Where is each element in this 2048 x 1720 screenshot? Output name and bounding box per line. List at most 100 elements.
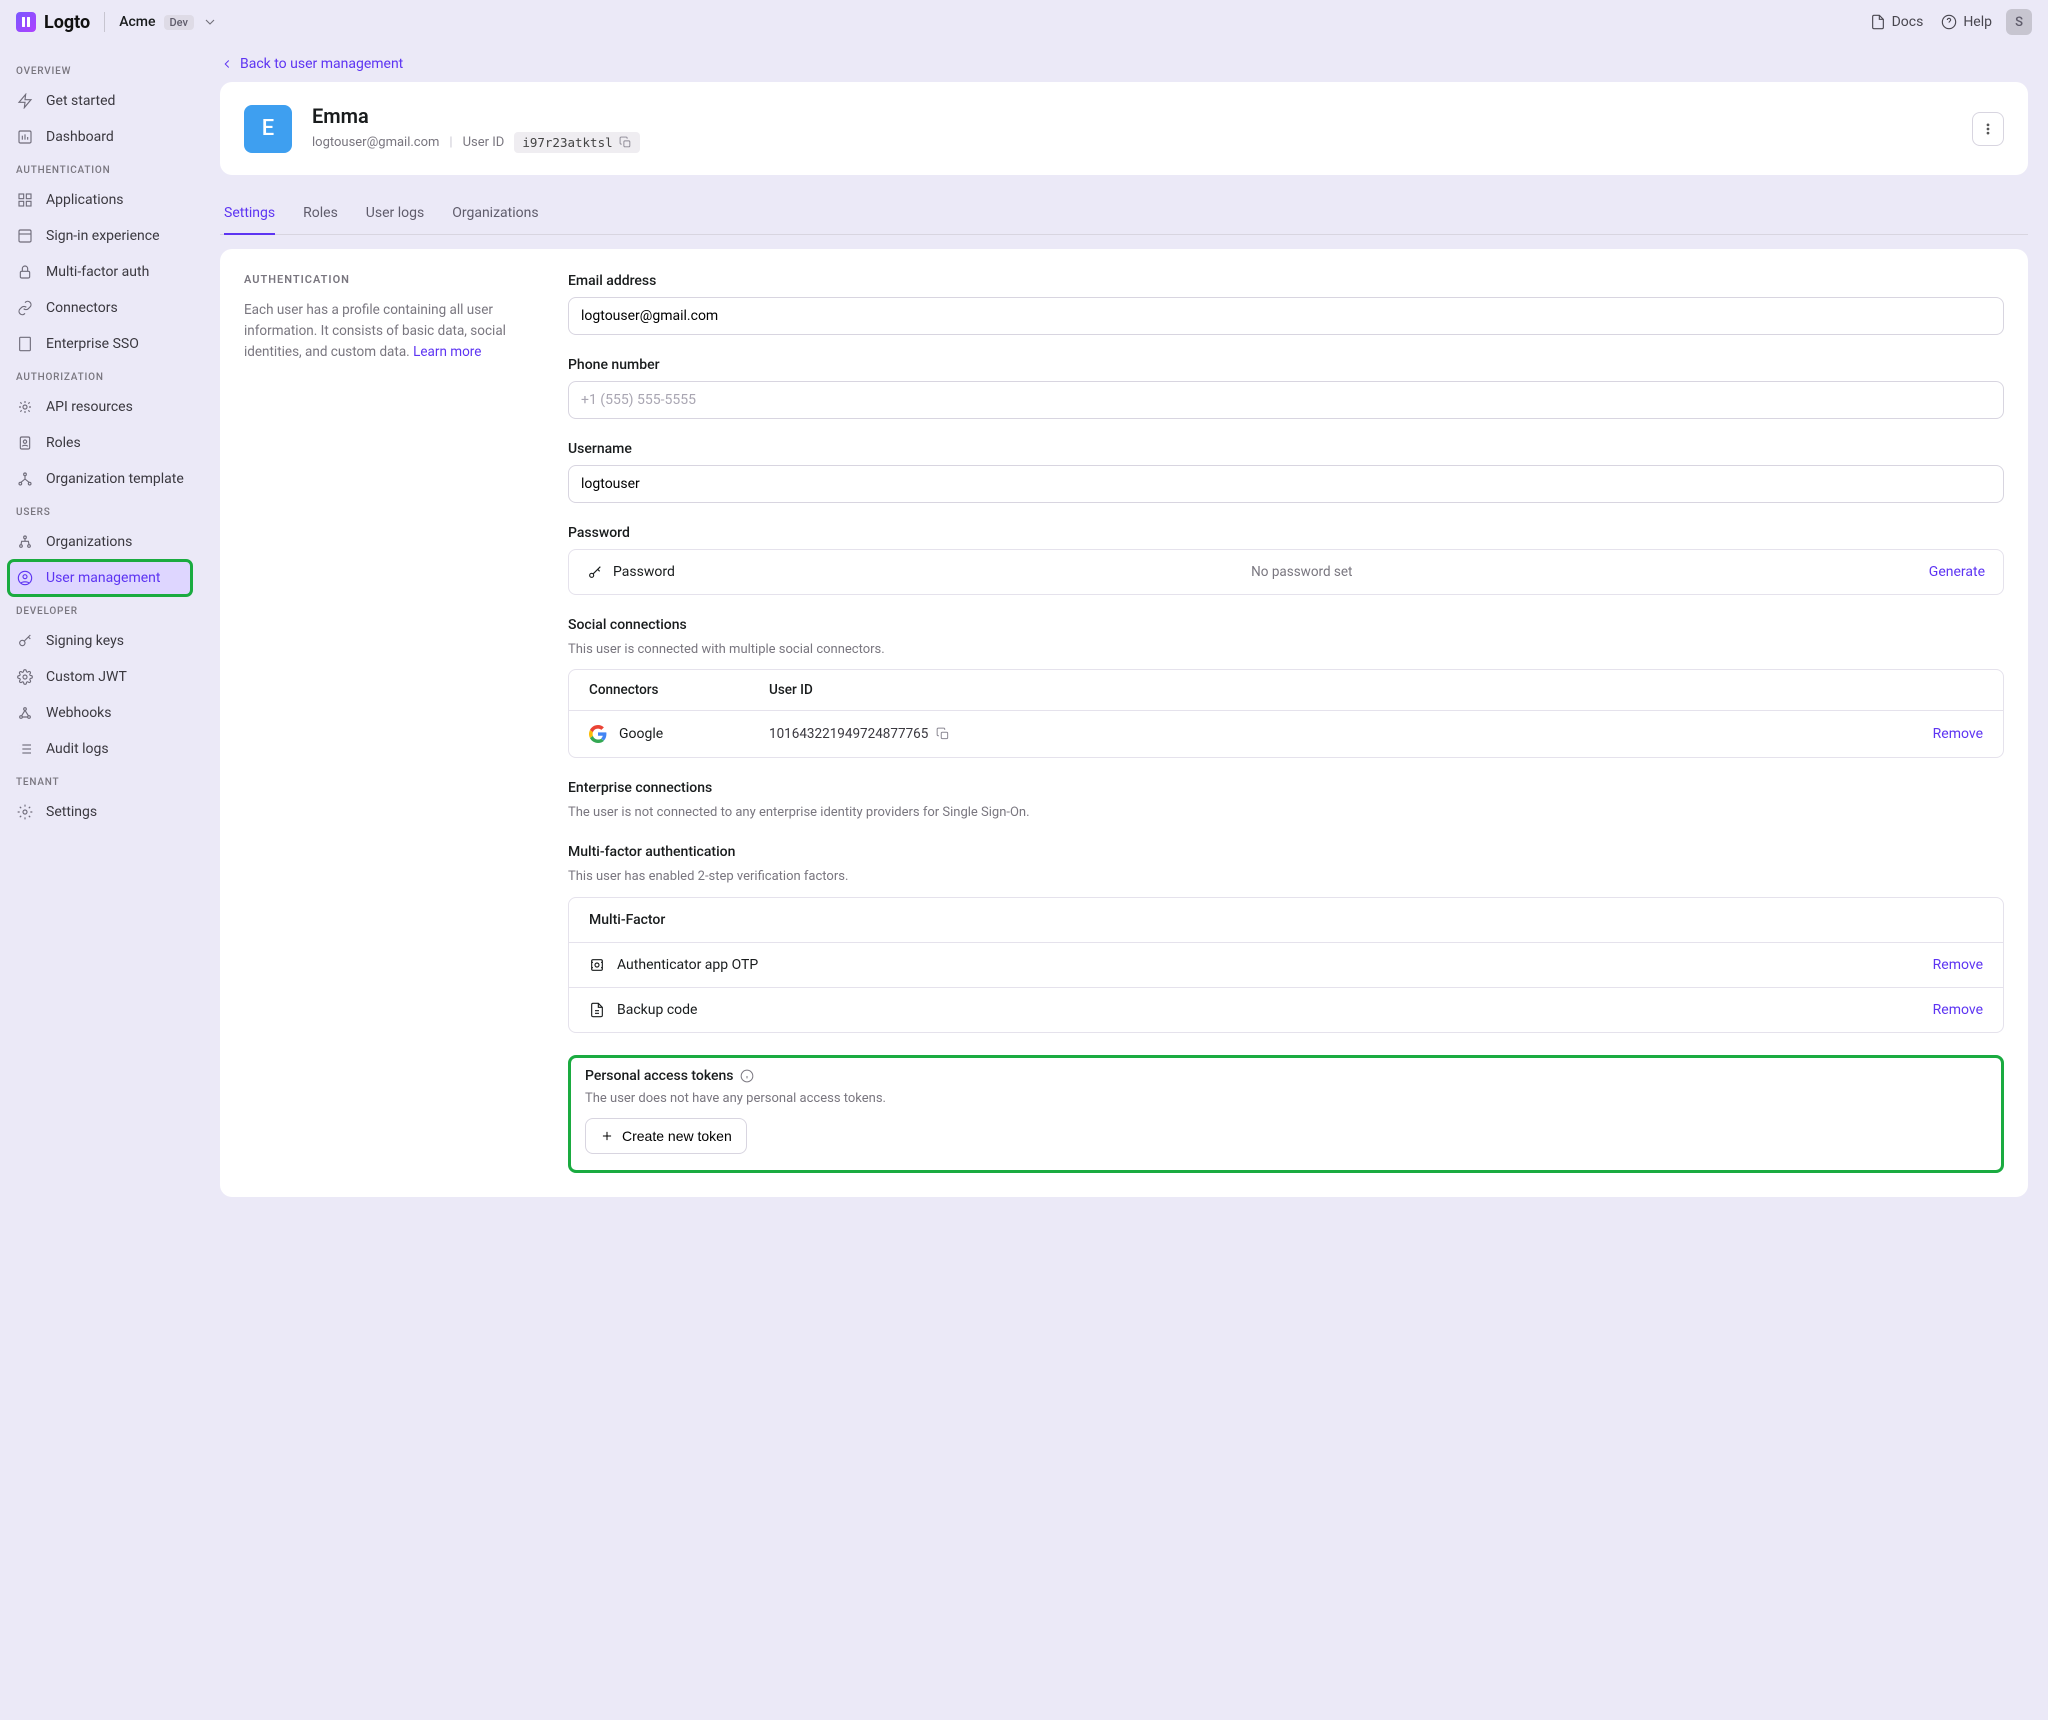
key-icon bbox=[17, 633, 33, 649]
nav-label: Webhooks bbox=[46, 705, 112, 721]
mfa-item-label: Backup code bbox=[617, 1002, 697, 1018]
tabs: Settings Roles User logs Organizations bbox=[220, 193, 2028, 235]
layout-icon bbox=[17, 228, 33, 244]
nav-dashboard[interactable]: Dashboard bbox=[8, 119, 192, 155]
username-label: Username bbox=[568, 441, 2004, 457]
tenant-badge: Dev bbox=[164, 15, 194, 30]
copy-icon[interactable] bbox=[619, 136, 632, 149]
connector-name: Google bbox=[619, 726, 663, 742]
user-display-name: Emma bbox=[312, 104, 1952, 128]
username-input[interactable] bbox=[568, 465, 2004, 503]
docs-label: Docs bbox=[1892, 14, 1924, 30]
section-authn: AUTHENTICATION bbox=[8, 155, 192, 182]
nav-signing-keys[interactable]: Signing keys bbox=[8, 623, 192, 659]
nav-label: Organizations bbox=[46, 534, 132, 550]
sidebar: OVERVIEW Get started Dashboard AUTHENTIC… bbox=[0, 44, 200, 1720]
nav-applications[interactable]: Applications bbox=[8, 182, 192, 218]
logo-icon bbox=[16, 12, 36, 32]
nav-label: Multi-factor auth bbox=[46, 264, 149, 280]
phone-label: Phone number bbox=[568, 357, 2004, 373]
email-label: Email address bbox=[568, 273, 2004, 289]
social-table: Connectors User ID Google 10164 bbox=[568, 669, 2004, 758]
tab-user-logs[interactable]: User logs bbox=[366, 193, 424, 234]
generate-password-link[interactable]: Generate bbox=[1929, 564, 1985, 580]
brand-name: Logto bbox=[44, 12, 90, 33]
copy-icon[interactable] bbox=[936, 727, 950, 741]
phone-input[interactable] bbox=[568, 381, 2004, 419]
mfa-header: Multi-Factor bbox=[569, 898, 2003, 943]
kebab-icon bbox=[1981, 121, 1995, 137]
topbar: Logto Acme Dev Docs Help S bbox=[0, 0, 2048, 44]
nav-enterprise-sso[interactable]: Enterprise SSO bbox=[8, 326, 192, 362]
remove-backup-link[interactable]: Remove bbox=[1933, 1002, 1983, 1018]
pat-label: Personal access tokens bbox=[585, 1068, 734, 1084]
enterprise-desc: The user is not connected to any enterpr… bbox=[568, 804, 2004, 822]
form: Email address Phone number Username Pass… bbox=[568, 273, 2004, 1173]
user-avatar-large: E bbox=[244, 105, 292, 153]
create-token-label: Create new token bbox=[622, 1128, 732, 1144]
section-tenant: TENANT bbox=[8, 767, 192, 794]
info-icon[interactable] bbox=[740, 1069, 754, 1083]
help-link[interactable]: Help bbox=[1941, 14, 1992, 30]
nav-label: Signing keys bbox=[46, 633, 124, 649]
chart-icon bbox=[17, 129, 33, 145]
learn-more-link[interactable]: Learn more bbox=[413, 344, 481, 360]
logo[interactable]: Logto bbox=[16, 12, 90, 33]
tenant-selector[interactable]: Acme Dev bbox=[119, 14, 218, 30]
tenant-name: Acme bbox=[119, 14, 155, 30]
nav-user-management[interactable]: User management bbox=[8, 560, 192, 596]
plus-icon bbox=[600, 1129, 614, 1143]
back-link[interactable]: Back to user management bbox=[220, 56, 403, 72]
user-icon bbox=[17, 435, 33, 451]
mfa-row-otp: Authenticator app OTP Remove bbox=[569, 943, 2003, 988]
nav-label: Audit logs bbox=[46, 741, 109, 757]
pat-desc: The user does not have any personal acce… bbox=[585, 1090, 1987, 1108]
sitemap-icon bbox=[17, 471, 33, 487]
link-icon bbox=[17, 300, 33, 316]
create-token-button[interactable]: Create new token bbox=[585, 1118, 747, 1154]
nav-label: Applications bbox=[46, 192, 124, 208]
chevron-down-icon bbox=[202, 14, 218, 30]
tab-settings[interactable]: Settings bbox=[224, 193, 275, 235]
remove-otp-link[interactable]: Remove bbox=[1933, 957, 1983, 973]
docs-link[interactable]: Docs bbox=[1870, 14, 1924, 30]
password-status: No password set bbox=[689, 564, 1915, 580]
user-avatar[interactable]: S bbox=[2006, 9, 2032, 35]
social-label: Social connections bbox=[568, 617, 2004, 633]
user-id-value: i97r23atktsl bbox=[522, 135, 612, 150]
org-icon bbox=[17, 534, 33, 550]
nav-settings[interactable]: Settings bbox=[8, 794, 192, 830]
email-input[interactable] bbox=[568, 297, 2004, 335]
more-actions-button[interactable] bbox=[1972, 112, 2004, 146]
tab-roles[interactable]: Roles bbox=[303, 193, 338, 234]
nav-audit-logs[interactable]: Audit logs bbox=[8, 731, 192, 767]
backup-code-icon bbox=[589, 1002, 605, 1018]
nav-label: Enterprise SSO bbox=[46, 336, 139, 352]
lock-icon bbox=[17, 264, 33, 280]
mfa-table: Multi-Factor Authenticator app OTP Remov… bbox=[568, 897, 2004, 1033]
nav-org-template[interactable]: Organization template bbox=[8, 461, 192, 497]
remove-connector-link[interactable]: Remove bbox=[1933, 726, 1983, 742]
nav-custom-jwt[interactable]: Custom JWT bbox=[8, 659, 192, 695]
user-header-card: E Emma logtouser@gmail.com | User ID i97… bbox=[220, 82, 2028, 175]
connector-uid: 101643221949724877765 bbox=[769, 726, 928, 742]
mfa-row-backup: Backup code Remove bbox=[569, 988, 2003, 1032]
nav-webhooks[interactable]: Webhooks bbox=[8, 695, 192, 731]
nav-mfa[interactable]: Multi-factor auth bbox=[8, 254, 192, 290]
nav-label: Roles bbox=[46, 435, 81, 451]
nav-get-started[interactable]: Get started bbox=[8, 83, 192, 119]
password-row: Password No password set Generate bbox=[568, 549, 2004, 595]
google-icon bbox=[589, 725, 607, 743]
document-icon bbox=[1870, 14, 1886, 30]
nav-api-resources[interactable]: API resources bbox=[8, 389, 192, 425]
nav-label: User management bbox=[46, 570, 160, 586]
section-dev: DEVELOPER bbox=[8, 596, 192, 623]
flag-icon bbox=[17, 93, 33, 109]
nav-connectors[interactable]: Connectors bbox=[8, 290, 192, 326]
nav-organizations[interactable]: Organizations bbox=[8, 524, 192, 560]
nav-signin-exp[interactable]: Sign-in experience bbox=[8, 218, 192, 254]
nav-roles[interactable]: Roles bbox=[8, 425, 192, 461]
nav-label: Custom JWT bbox=[46, 669, 127, 685]
tab-organizations[interactable]: Organizations bbox=[452, 193, 538, 234]
password-field-label: Password bbox=[613, 564, 675, 580]
